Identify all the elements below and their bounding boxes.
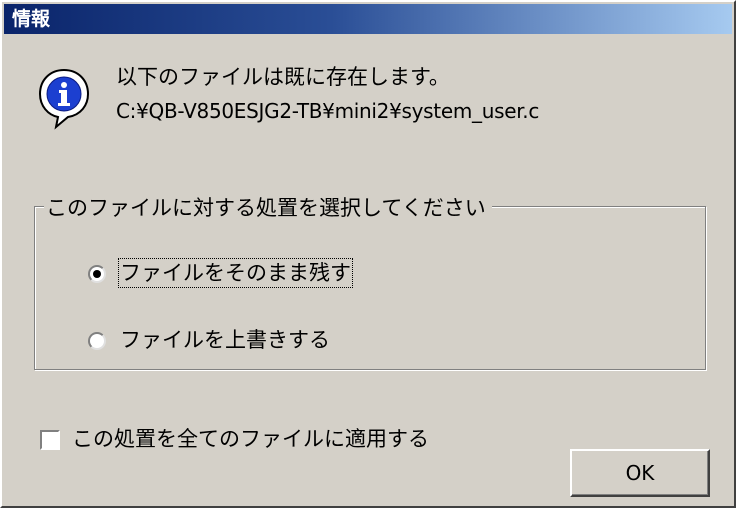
title-bar[interactable]: 情報	[4, 4, 732, 34]
message-text: 以下のファイルは既に存在します。	[116, 65, 450, 89]
overwrite-file-radio[interactable]	[88, 332, 106, 350]
info-icon	[38, 68, 90, 130]
file-exists-dialog: 情報 以下のファイルは既に存在します。 C:¥QB-V850ESJG2-TB¥m…	[0, 0, 736, 508]
apply-to-all-checkbox[interactable]	[40, 430, 60, 450]
window-title: 情報	[12, 8, 51, 30]
overwrite-file-label[interactable]: ファイルを上書きする	[120, 327, 330, 353]
apply-to-all-label[interactable]: この処置を全てのファイルに適用する	[72, 426, 429, 452]
ok-button[interactable]: OK	[570, 449, 710, 497]
keep-file-label[interactable]: ファイルをそのまま残す	[118, 258, 353, 288]
radio-selected-dot	[93, 270, 101, 278]
groupbox-legend: このファイルに対する処置を選択してください	[44, 195, 492, 221]
file-path-text: C:¥QB-V850ESJG2-TB¥mini2¥system_user.c	[116, 99, 540, 123]
keep-file-radio[interactable]	[88, 265, 106, 283]
